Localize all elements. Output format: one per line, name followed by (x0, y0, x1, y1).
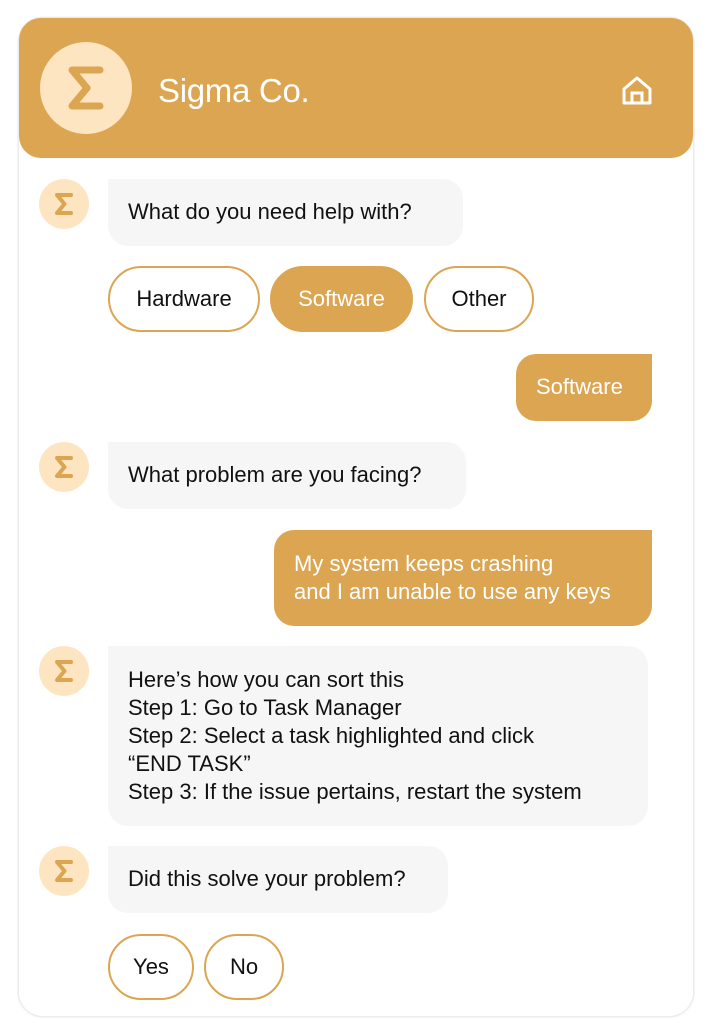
quick-reply-no[interactable]: No (204, 934, 284, 1000)
quick-reply-yes[interactable]: Yes (108, 934, 194, 1000)
bot-avatar (39, 846, 89, 896)
bot-avatar (39, 646, 89, 696)
company-logo (40, 42, 132, 134)
bot-message: What do you need help with? (108, 179, 463, 246)
bot-avatar (39, 442, 89, 492)
bot-message: What problem are you facing? (108, 442, 466, 509)
user-message: My system keeps crashing and I am unable… (274, 530, 652, 626)
sigma-icon (68, 66, 104, 110)
bot-message-instructions: Here’s how you can sort this Step 1: Go … (108, 646, 648, 826)
sigma-icon (55, 193, 73, 215)
quick-reply-software[interactable]: Software (270, 266, 413, 332)
user-message: Software (516, 354, 652, 421)
bot-message: Did this solve your problem? (108, 846, 448, 913)
home-icon (622, 76, 652, 105)
quick-reply-other[interactable]: Other (424, 266, 534, 332)
chat-window: Sigma Co. What do you need help with? Ha… (19, 18, 693, 1016)
chat-header: Sigma Co. (19, 18, 693, 158)
bot-avatar (39, 179, 89, 229)
quick-reply-hardware[interactable]: Hardware (108, 266, 260, 332)
sigma-icon (55, 456, 73, 478)
sigma-icon (55, 860, 73, 882)
company-name: Sigma Co. (158, 72, 310, 109)
sigma-icon (55, 660, 73, 682)
home-button[interactable] (620, 74, 654, 108)
